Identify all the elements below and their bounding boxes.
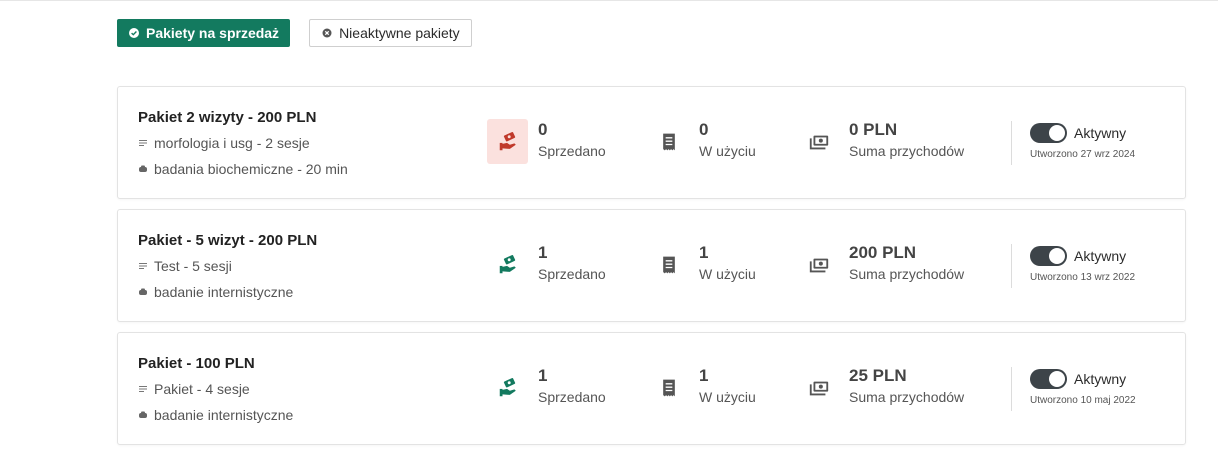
stat-in-use: 1 W użyciu (648, 243, 756, 287)
stethoscope-icon (139, 411, 147, 418)
tab-packages-for-sale[interactable]: Pakiety na sprzedaż (117, 19, 291, 47)
status-block: Aktywny Utworzono 10 maj 2022 (1030, 369, 1136, 406)
stat-sold: 0 Sprzedano (487, 119, 606, 164)
stat-revenue: 0 PLN Suma przychodów (798, 120, 964, 164)
package-session-text: Test - 5 sesji (154, 258, 232, 274)
package-title: Pakiet - 100 PLN (138, 355, 255, 372)
stethoscope-icon (139, 288, 147, 295)
hand-cash-icon (487, 365, 528, 410)
package-title: Pakiet 2 wizyty - 200 PLN (138, 109, 317, 126)
stat-sold: 1 Sprzedano (487, 243, 606, 287)
package-card[interactable]: Pakiet - 100 PLN Pakiet - 4 sesje badani… (117, 332, 1186, 445)
package-session-text: Pakiet - 4 sesje (154, 381, 250, 397)
package-service-line: badanie internistyczne (138, 407, 293, 423)
money-stack-icon (798, 365, 839, 410)
stat-in-use: 0 W użyciu (648, 120, 756, 164)
revenue-label: Suma przychodów (849, 143, 965, 159)
sold-value: 1 (538, 366, 548, 385)
check-circle-icon (129, 28, 139, 38)
created-date: Utworzono 13 wrz 2022 (1030, 272, 1136, 283)
active-label: Aktywny (1074, 125, 1127, 141)
sold-value: 1 (538, 243, 548, 262)
package-session-line: morfologia i usg - 2 sesje (138, 135, 310, 151)
revenue-label: Suma przychodów (849, 389, 965, 405)
tab-label: Nieaktywne pakiety (339, 25, 460, 41)
package-card[interactable]: Pakiet 2 wizyty - 200 PLN morfologia i u… (117, 86, 1186, 199)
sold-label: Sprzedano (538, 143, 606, 159)
stat-in-use: 1 W użyciu (648, 366, 756, 410)
status-divider (1011, 121, 1012, 165)
status-divider (1011, 244, 1012, 288)
package-session-line: Test - 5 sesji (138, 258, 232, 274)
package-service-line: badanie internistyczne (138, 284, 293, 300)
hand-cash-icon (487, 119, 528, 164)
active-label: Aktywny (1074, 371, 1127, 387)
in-use-label: W użyciu (699, 143, 756, 159)
in-use-label: W użyciu (699, 389, 756, 405)
sold-label: Sprzedano (538, 389, 606, 405)
revenue-value: 200 PLN (849, 243, 917, 262)
toggle-knob (1049, 371, 1065, 387)
package-service-text: badanie internistyczne (154, 407, 294, 423)
lines-icon (139, 386, 147, 392)
stat-sold: 1 Sprzedano (487, 366, 606, 410)
sold-label: Sprzedano (538, 266, 606, 282)
revenue-label: Suma przychodów (849, 266, 965, 282)
package-tabs: Pakiety na sprzedaż Nieaktywne pakiety (117, 19, 472, 47)
stat-revenue: 200 PLN Suma przychodów (798, 243, 964, 287)
hand-cash-icon (487, 242, 528, 287)
money-stack-icon (798, 119, 839, 164)
status-block: Aktywny Utworzono 27 wrz 2024 (1030, 123, 1135, 160)
revenue-value: 25 PLN (849, 366, 907, 385)
status-block: Aktywny Utworzono 13 wrz 2022 (1030, 246, 1135, 283)
active-label: Aktywny (1074, 248, 1127, 264)
active-toggle[interactable] (1030, 246, 1067, 266)
tab-label: Pakiety na sprzedaż (146, 25, 280, 41)
lines-icon (139, 140, 147, 146)
package-session-line: Pakiet - 4 sesje (138, 381, 250, 397)
lines-icon (139, 263, 147, 269)
sold-value: 0 (538, 120, 548, 139)
created-date: Utworzono 10 maj 2022 (1030, 395, 1136, 406)
toggle-knob (1049, 125, 1065, 141)
in-use-label: W użyciu (699, 266, 756, 282)
package-service-text: badania biochemiczne - 20 min (154, 161, 348, 177)
in-use-value: 1 (699, 366, 709, 385)
in-use-value: 1 (699, 243, 709, 262)
status-divider (1011, 367, 1012, 411)
document-icon (648, 119, 689, 164)
close-circle-icon (322, 28, 332, 38)
stat-revenue: 25 PLN Suma przychodów (798, 366, 964, 410)
active-toggle[interactable] (1030, 369, 1067, 389)
package-service-text: badanie internistyczne (154, 284, 294, 300)
package-session-text: morfologia i usg - 2 sesje (154, 135, 310, 151)
revenue-value: 0 PLN (849, 120, 898, 139)
tab-inactive-packages[interactable]: Nieaktywne pakiety (309, 19, 472, 47)
money-stack-icon (798, 242, 839, 287)
package-title: Pakiet - 5 wizyt - 200 PLN (138, 232, 318, 249)
package-service-line: badania biochemiczne - 20 min (138, 161, 348, 177)
document-icon (648, 365, 689, 410)
active-toggle[interactable] (1030, 123, 1067, 143)
toggle-knob (1049, 248, 1065, 264)
top-divider (0, 0, 1218, 1)
in-use-value: 0 (699, 120, 709, 139)
document-icon (648, 242, 689, 287)
stethoscope-icon (139, 165, 147, 172)
package-card[interactable]: Pakiet - 5 wizyt - 200 PLN Test - 5 sesj… (117, 209, 1186, 322)
created-date: Utworzono 27 wrz 2024 (1030, 149, 1136, 160)
